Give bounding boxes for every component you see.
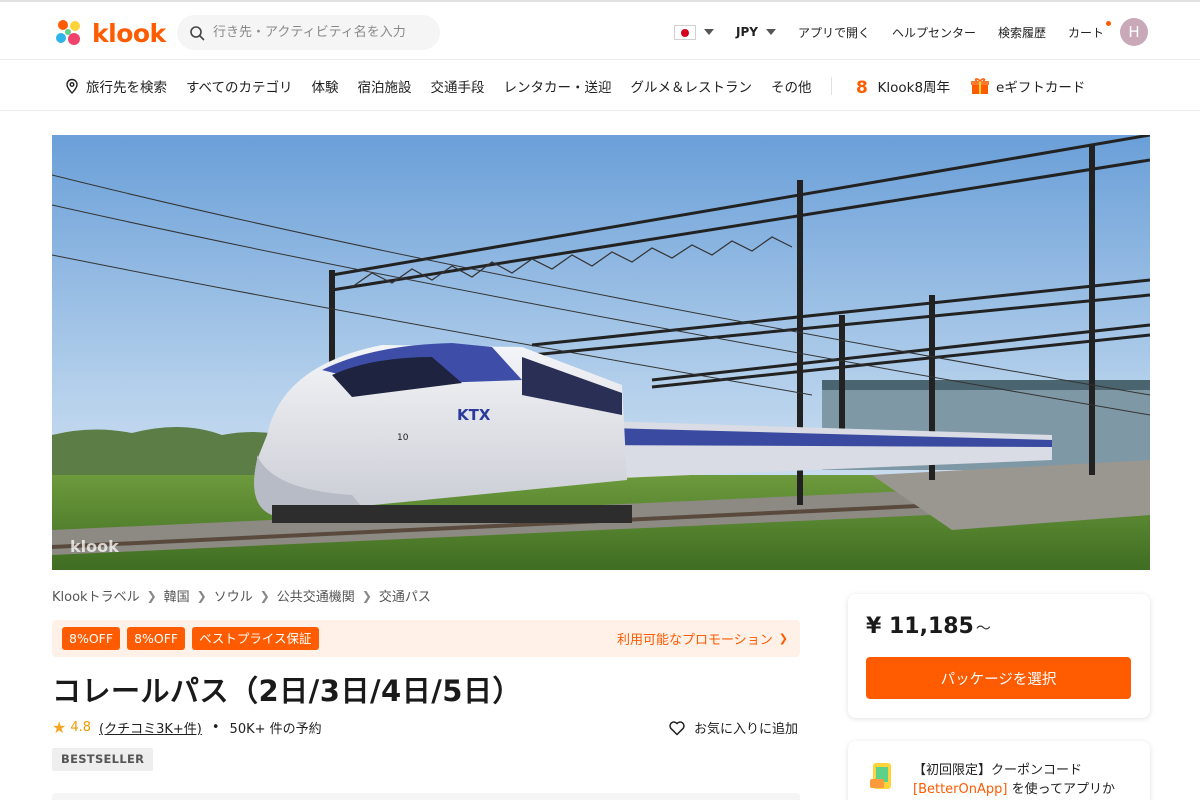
chevron-right-icon: ❯ (146, 588, 157, 603)
wishlist-label: お気に入りに追加 (694, 722, 799, 737)
coupon-line-1: 【初回限定】クーポンコード (913, 763, 1083, 778)
gift-card-label: eギフトカード (996, 79, 1086, 96)
nav-item-experiences[interactable]: 体験 (312, 76, 339, 96)
coupon-card[interactable]: 【初回限定】クーポンコード [BetterOnApp] を使ってアプリか (848, 741, 1150, 800)
nav-item-label: グルメ＆レストラン (630, 79, 753, 96)
discount-badge: 8%OFF (62, 627, 121, 650)
best-price-badge: ベストプライス保証 (192, 627, 319, 650)
booking-card: ¥ 11,185 ～ パッケージを選択 (848, 594, 1150, 718)
location-pin-icon (66, 78, 78, 94)
nav-item-label: レンタカー・送迎 (503, 79, 612, 96)
nav-item-dining[interactable]: グルメ＆レストラン (631, 76, 753, 96)
train-logo: KTX (457, 406, 491, 424)
reviews-link[interactable]: (クチコミ3K+件) (99, 718, 202, 737)
klook-logo[interactable]: klook (52, 16, 166, 50)
anniversary-8-icon: 8 (856, 78, 868, 96)
klook-logo-icon (56, 20, 80, 45)
breadcrumb-item[interactable]: 交通パス (379, 586, 431, 605)
svg-text:8: 8 (856, 78, 868, 96)
hero-watermark: klook (70, 537, 119, 556)
price-value: ¥ 11,185 (866, 614, 974, 639)
coupon-app-icon (870, 763, 891, 789)
search-icon (190, 25, 205, 40)
help-center-link[interactable]: ヘルプセンター (892, 24, 976, 41)
nav-anniversary[interactable]: 8 Klook8周年 (852, 76, 951, 96)
watermark-text: klook (70, 537, 119, 556)
chevron-right-icon: ❯ (259, 588, 270, 603)
nav-item-label: 交通手段 (430, 79, 485, 96)
nav-item-car-rental[interactable]: レンタカー・送迎 (504, 76, 612, 96)
nav-item-label: 体験 (311, 79, 339, 96)
nav-item-transport[interactable]: 交通手段 (431, 76, 485, 96)
gift-icon (971, 77, 990, 94)
open-app-link[interactable]: アプリで開く (798, 24, 870, 41)
price-suffix: ～ (975, 619, 991, 637)
product-meta: ★ 4.8 (クチコミ3K+件) • 50K+ 件の予約 (52, 718, 322, 737)
currency-selector[interactable]: JPY (736, 25, 776, 39)
nav-destination-search[interactable]: 旅行先を検索 (64, 76, 167, 96)
anniversary-label: Klook8周年 (877, 79, 951, 96)
top-header: klook JPY アプリで開く ヘルプセンター 検索履歴 カート H (0, 0, 1200, 60)
nav-item-label: すべてのカテゴリ (186, 79, 293, 96)
nav-item-label: その他 (771, 79, 812, 96)
content-section-top (52, 793, 800, 800)
ktx-train-photo: KTX 10 (52, 135, 1150, 570)
language-selector[interactable] (673, 24, 714, 40)
promotion-bar: 8%OFF 8%OFF ベストプライス保証 利用可能なプロモーション ❯ (52, 620, 800, 657)
rating-value: 4.8 (70, 720, 92, 735)
coupon-code: [BetterOnApp] (913, 782, 1008, 797)
nav-divider (830, 76, 832, 95)
promotions-link-label: 利用可能なプロモーション (617, 633, 773, 648)
nav-item-hotels[interactable]: 宿泊施設 (358, 76, 412, 96)
nav-item-other[interactable]: その他 (771, 76, 812, 96)
chevron-down-icon (703, 29, 714, 35)
bookings-count: 50K+ 件の予約 (229, 722, 322, 737)
search-input[interactable] (213, 25, 433, 40)
promotions-link[interactable]: 利用可能なプロモーション ❯ (617, 629, 788, 648)
discount-badge: 8%OFF (127, 627, 186, 650)
header-actions: JPY アプリで開く ヘルプセンター 検索履歴 カート H (673, 16, 1148, 48)
heart-icon (669, 720, 685, 735)
nav-gift-card[interactable]: eギフトカード (970, 76, 1085, 96)
breadcrumb: Klookトラベル ❯ 韓国 ❯ ソウル ❯ 公共交通機関 ❯ 交通パス (52, 586, 431, 606)
coupon-text: 【初回限定】クーポンコード [BetterOnApp] を使ってアプリか (913, 761, 1138, 799)
cart-notification-dot (1106, 20, 1111, 26)
chevron-right-icon: ❯ (196, 588, 207, 603)
wishlist-button[interactable]: お気に入りに追加 (668, 718, 798, 737)
nav-item-all-categories[interactable]: すべてのカテゴリ (186, 76, 293, 96)
category-nav: 旅行先を検索 すべてのカテゴリ 体験 宿泊施設 交通手段 レンタカー・送迎 グル… (0, 61, 1200, 111)
japan-flag-icon (673, 24, 696, 40)
breadcrumb-item[interactable]: ソウル (214, 586, 253, 605)
breadcrumb-item[interactable]: 公共交通機関 (277, 586, 355, 605)
nav-item-label: 宿泊施設 (357, 79, 412, 96)
chevron-down-icon (765, 29, 776, 35)
avatar[interactable]: H (1120, 18, 1148, 46)
search-box[interactable] (177, 15, 440, 50)
train-car-number: 10 (397, 433, 409, 443)
breadcrumb-item[interactable]: Klookトラベル (52, 586, 140, 605)
bestseller-tag: BESTSELLER (52, 748, 154, 771)
price-display: ¥ 11,185 ～ (866, 614, 991, 639)
breadcrumb-item[interactable]: 韓国 (164, 586, 190, 605)
bullet-separator: • (211, 720, 220, 735)
brand-name: klook (92, 18, 166, 48)
nav-destination-label: 旅行先を検索 (86, 79, 167, 96)
chevron-right-icon: ❯ (361, 588, 372, 603)
coupon-line-2: [BetterOnApp] を使ってアプリか (913, 780, 1138, 799)
chevron-right-icon: ❯ (778, 632, 788, 645)
search-history-link[interactable]: 検索履歴 (998, 24, 1046, 41)
star-icon: ★ (52, 718, 67, 737)
page-title: コレールパス（2日/3日/4日/5日） (52, 674, 522, 708)
cart-label: カート (1067, 25, 1104, 40)
coupon-line-2-text: を使ってアプリか (1007, 782, 1115, 797)
cart-link[interactable]: カート (1067, 20, 1111, 41)
select-package-button[interactable]: パッケージを選択 (866, 657, 1131, 699)
hero-image[interactable]: KTX 10 klook (52, 135, 1150, 570)
currency-label: JPY (735, 25, 758, 39)
